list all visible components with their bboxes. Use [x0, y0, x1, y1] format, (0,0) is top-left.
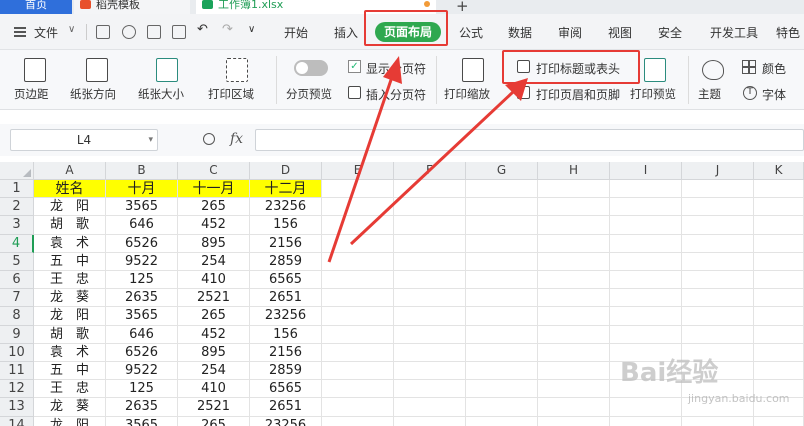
- annotation-arrow-1-head: [383, 56, 402, 84]
- watermark-url: jingyan.baidu.com: [688, 392, 790, 405]
- watermark-logo: Bai经验: [620, 358, 719, 388]
- annotation-arrow-2: [349, 90, 515, 246]
- wps-spreadsheet-window: 首页 稻壳模板 工作簿1.xlsx + 文件 ∨ ↶ ↷ ∨ 开始 插入 页面布…: [0, 0, 804, 426]
